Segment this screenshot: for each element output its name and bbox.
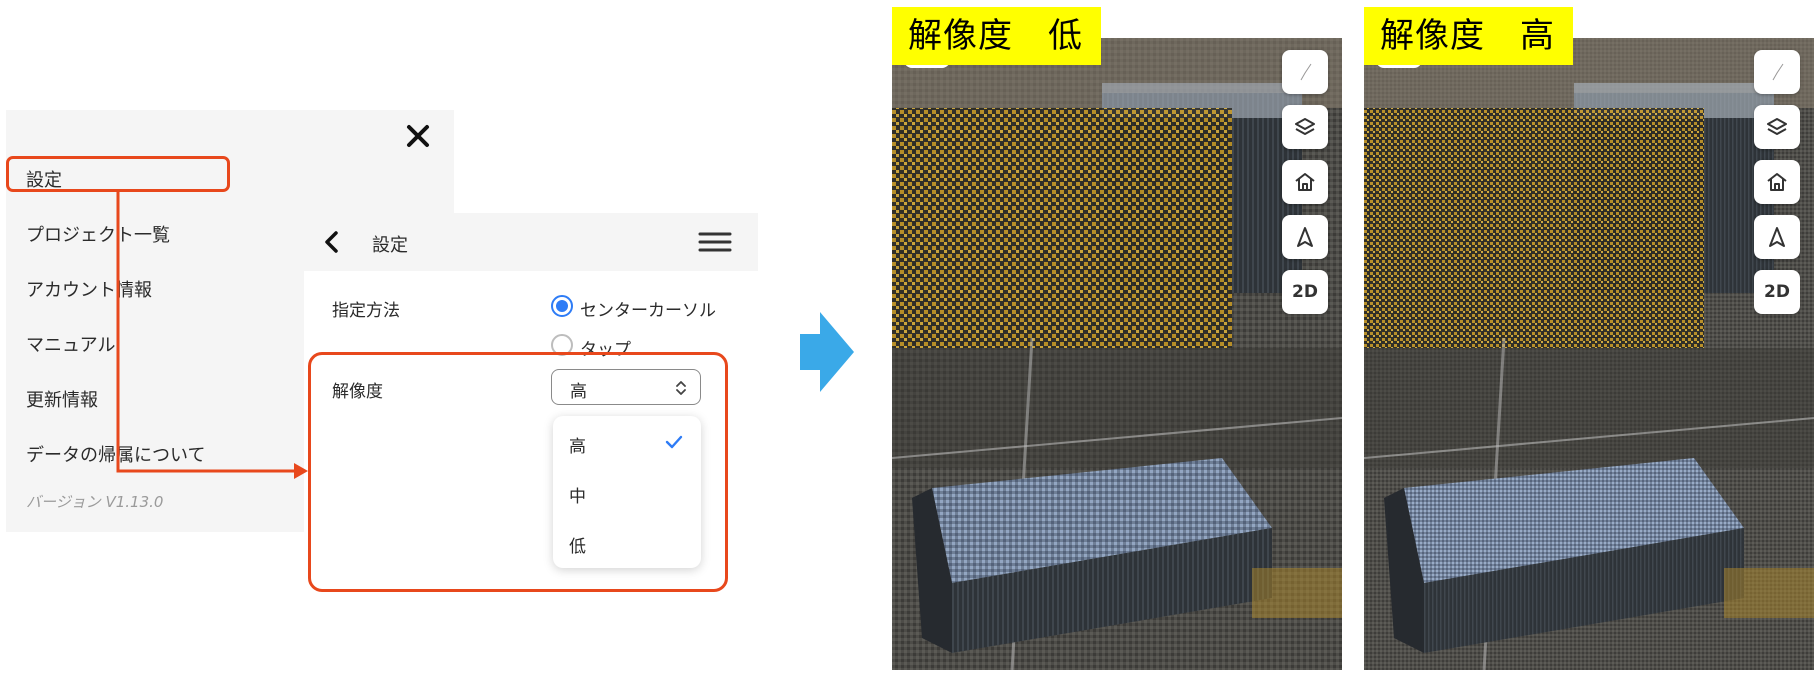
point-cloud-image <box>892 38 1342 670</box>
navigation-button[interactable] <box>1282 215 1328 259</box>
point-cloud-view-high[interactable]: 2D <box>1364 38 1814 670</box>
resolution-high-label: 解像度 高 <box>1364 7 1573 65</box>
close-icon[interactable] <box>400 118 436 154</box>
point-cloud-image <box>1364 38 1814 670</box>
navigation-arrow-icon <box>1769 227 1785 247</box>
compass-button[interactable] <box>1282 50 1328 94</box>
menu-item-projects[interactable]: プロジェクト一覧 <box>26 221 170 247</box>
radio-center-cursor[interactable] <box>551 295 573 317</box>
method-label: 指定方法 <box>332 301 400 321</box>
home-button[interactable] <box>1282 160 1328 204</box>
point-cloud-view-low[interactable]: 2D <box>892 38 1342 670</box>
navigation-button[interactable] <box>1754 215 1800 259</box>
settings-highlight-box <box>6 156 230 192</box>
menu-item-data-attribution[interactable]: データの帰属について <box>26 441 205 467</box>
2d-toggle-button[interactable]: 2D <box>1754 270 1800 314</box>
2d-toggle-button[interactable]: 2D <box>1282 270 1328 314</box>
layers-icon <box>1295 118 1315 135</box>
version-text: バージョン V1.13.0 <box>26 493 164 511</box>
menu-item-manual[interactable]: マニュアル <box>26 331 115 357</box>
blue-arrow-icon <box>800 312 854 392</box>
settings-title: 設定 <box>372 235 408 256</box>
resolution-low-label: 解像度 低 <box>892 7 1101 65</box>
radio-center-cursor-label[interactable]: センターカーソル <box>580 296 716 321</box>
navigation-arrow-icon <box>1297 227 1313 247</box>
layers-icon <box>1767 118 1787 135</box>
chevron-left-icon <box>325 231 338 253</box>
home-button[interactable] <box>1754 160 1800 204</box>
home-icon <box>1295 173 1315 191</box>
home-icon <box>1767 173 1787 191</box>
back-button[interactable] <box>318 228 346 256</box>
hamburger-menu-icon[interactable] <box>698 230 732 254</box>
layers-button[interactable] <box>1754 105 1800 149</box>
layers-button[interactable] <box>1282 105 1328 149</box>
menu-item-updates[interactable]: 更新情報 <box>26 386 98 412</box>
resolution-highlight-box <box>308 352 728 592</box>
compass-icon <box>1300 63 1312 81</box>
compass-icon <box>1772 63 1784 81</box>
menu-item-account[interactable]: アカウント情報 <box>26 276 152 302</box>
compass-button[interactable] <box>1754 50 1800 94</box>
